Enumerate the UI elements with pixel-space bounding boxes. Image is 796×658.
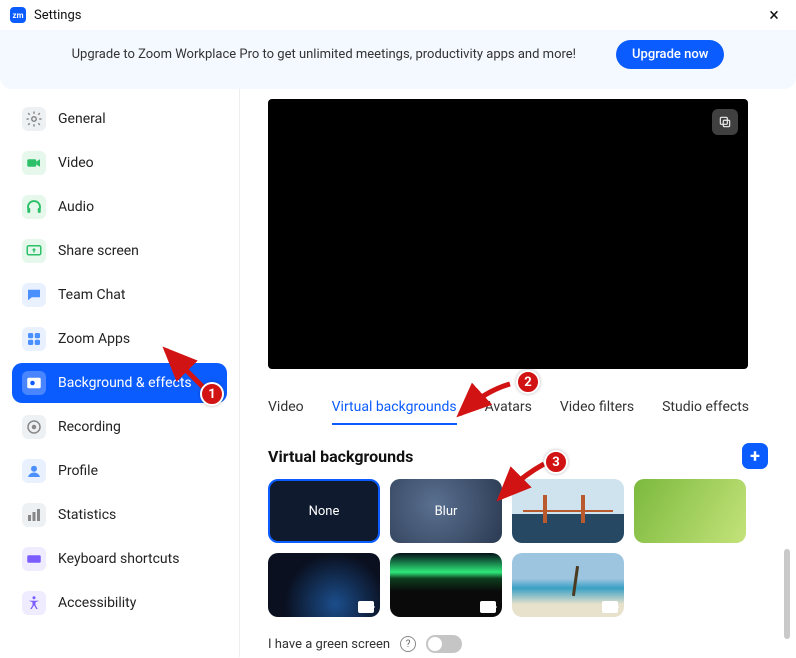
recording-icon [22, 415, 46, 439]
zoom-app-icon: zm [10, 7, 26, 23]
upgrade-banner: Upgrade to Zoom Workplace Pro to get unl… [0, 30, 796, 89]
sidebar-item-video[interactable]: Video [12, 143, 227, 183]
sidebar-item-label: Keyboard shortcuts [58, 551, 179, 567]
sidebar-item-label: Accessibility [58, 595, 136, 611]
sidebar-item-general[interactable]: General [12, 99, 227, 139]
background-option-earth[interactable] [268, 553, 380, 617]
sidebar-item-label: General [58, 111, 106, 127]
sidebar-item-label: Audio [58, 199, 94, 215]
accessibility-icon [22, 591, 46, 615]
sidebar-item-profile[interactable]: Profile [12, 451, 227, 491]
video-badge-icon [480, 601, 496, 613]
annotation-arrow-2 [450, 376, 520, 430]
annotation-badge-2: 2 [516, 370, 540, 394]
close-icon[interactable]: × [762, 5, 786, 26]
sidebar-item-statistics[interactable]: Statistics [12, 495, 227, 535]
annotation-badge-1: 1 [200, 382, 224, 406]
apps-icon [22, 327, 46, 351]
video-preview [268, 99, 748, 369]
background-option-none[interactable]: None [268, 479, 380, 543]
bg-none-label: None [309, 504, 340, 519]
profile-icon [22, 459, 46, 483]
background-effects-icon [22, 371, 46, 395]
annotation-arrow-3 [492, 458, 552, 512]
tab-video-filters[interactable]: Video filters [560, 399, 634, 425]
titlebar: zm Settings × [0, 0, 796, 30]
tab-virtual-backgrounds[interactable]: Virtual backgrounds [332, 399, 457, 425]
video-badge-icon [358, 601, 374, 613]
green-screen-toggle[interactable] [426, 635, 462, 653]
sidebar-item-label: Zoom Apps [58, 331, 130, 347]
gear-icon [22, 107, 46, 131]
background-option-blur[interactable]: Blur [390, 479, 502, 543]
share-screen-icon [22, 239, 46, 263]
add-background-button[interactable]: + [742, 443, 768, 469]
background-option-aurora[interactable] [390, 553, 502, 617]
video-icon [22, 151, 46, 175]
sidebar-item-label: Share screen [58, 243, 139, 259]
sidebar-item-recording[interactable]: Recording [12, 407, 227, 447]
headphones-icon [22, 195, 46, 219]
section-title: Virtual backgrounds [268, 447, 413, 466]
keyboard-icon [22, 547, 46, 571]
annotation-badge-3: 3 [544, 450, 568, 474]
window-title: Settings [34, 8, 81, 23]
green-screen-label: I have a green screen [268, 637, 390, 652]
tab-studio-effects[interactable]: Studio effects [662, 399, 749, 425]
background-option-grass[interactable] [634, 479, 746, 543]
content-panel: Video Virtual backgrounds Avatars Video … [240, 89, 796, 657]
background-option-beach[interactable] [512, 553, 624, 617]
sidebar-item-team-chat[interactable]: Team Chat [12, 275, 227, 315]
sidebar-item-label: Profile [58, 463, 98, 479]
sidebar-item-audio[interactable]: Audio [12, 187, 227, 227]
tab-video[interactable]: Video [268, 399, 304, 425]
sidebar-item-label: Statistics [58, 507, 116, 523]
scrollbar[interactable] [784, 549, 790, 639]
sidebar-item-label: Team Chat [58, 287, 125, 303]
sidebar-item-accessibility[interactable]: Accessibility [12, 583, 227, 623]
upgrade-now-button[interactable]: Upgrade now [616, 40, 724, 69]
sidebar-item-share-screen[interactable]: Share screen [12, 231, 227, 271]
chat-icon [22, 283, 46, 307]
bg-blur-label: Blur [435, 504, 458, 519]
green-screen-row: I have a green screen ? [268, 635, 768, 653]
upgrade-banner-text: Upgrade to Zoom Workplace Pro to get unl… [72, 47, 576, 62]
video-badge-icon [602, 601, 618, 613]
statistics-icon [22, 503, 46, 527]
sidebar-item-label: Recording [58, 419, 121, 435]
popout-icon[interactable] [712, 109, 738, 135]
sidebar-item-label: Video [58, 155, 94, 171]
help-icon[interactable]: ? [400, 636, 416, 652]
sidebar-item-keyboard-shortcuts[interactable]: Keyboard shortcuts [12, 539, 227, 579]
